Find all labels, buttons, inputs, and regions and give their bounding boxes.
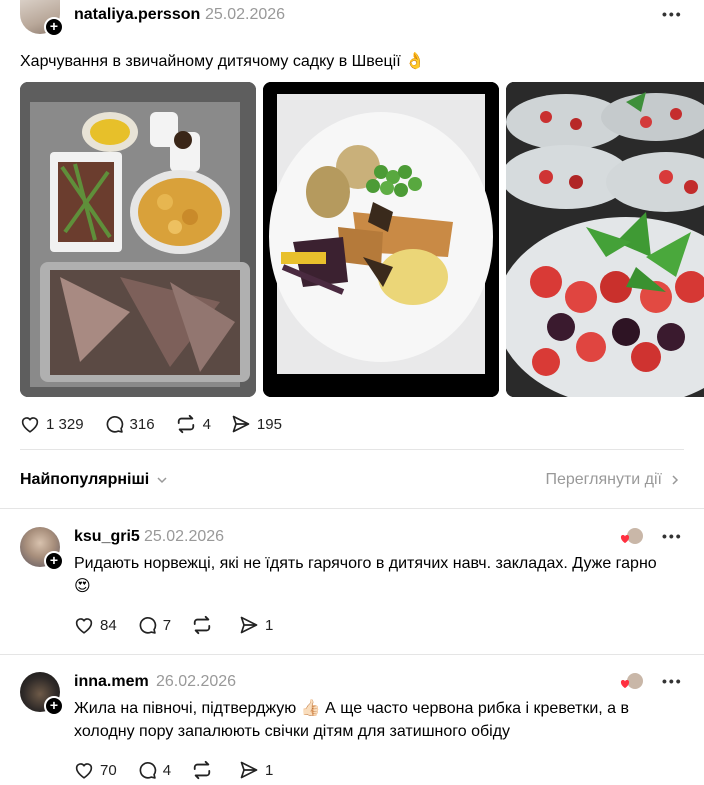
sort-dropdown[interactable]: Найпопулярніші [20,471,169,489]
share-count: 195 [256,415,282,433]
share-button[interactable]: 1 [239,615,273,635]
comment-date: 26.02.2026 [156,673,237,690]
repost-icon [193,615,211,635]
post-image-3[interactable] [506,82,704,397]
post-actions: 1 329 316 4 195 [20,414,302,434]
divider [20,449,684,450]
comment-actions: 70 4 1 [74,760,293,780]
share-button[interactable]: 195 [231,414,282,434]
like-count: 84 [100,616,117,634]
repost-button[interactable] [191,760,219,780]
comment-bubble-icon [106,416,123,433]
like-count: 70 [100,761,117,779]
post-image-1[interactable] [20,82,256,397]
comment-more-icon[interactable]: ••• [662,528,683,544]
like-count: 1 329 [46,415,84,433]
send-icon [240,616,258,634]
comment-date: 25.02.2026 [144,528,225,545]
send-icon [240,761,258,779]
sort-label: Найпопулярніші [20,471,150,488]
chevron-down-icon [157,477,167,484]
post-text: Харчування в звичайному дитячому садку в… [20,53,426,70]
like-button[interactable]: 84 [74,616,117,634]
comment-username[interactable]: inna.mem [74,673,149,691]
author-liked-heart-icon [620,673,643,689]
comment-text: Ридають норвежці, які не їдять гарячого … [74,555,657,595]
comment-button[interactable]: 316 [104,414,155,434]
repost-icon [177,414,194,434]
divider [0,654,704,655]
author-liked-heart-icon [620,528,643,544]
view-activity-link[interactable]: Переглянути дії [545,471,682,489]
comment-more-icon[interactable]: ••• [662,673,683,689]
share-count: 1 [265,616,274,634]
reply-count: 7 [162,616,172,634]
repost-count: 4 [202,415,211,433]
chevron-right-icon [672,475,679,485]
comment-username[interactable]: ksu_gri5 [74,528,140,546]
share-button[interactable]: 1 [239,760,273,780]
follow-plus-icon[interactable]: + [44,551,64,571]
comment-avatar[interactable]: + [20,672,64,716]
heart-icon [75,763,93,779]
reply-button[interactable]: 7 [137,615,171,635]
comment-avatar[interactable]: + [20,527,64,571]
reply-button[interactable]: 4 [137,760,171,780]
activity-label: Переглянути дії [545,471,662,488]
comment-bubble-icon [139,762,156,779]
like-button[interactable]: 1 329 [20,415,84,433]
follow-plus-icon[interactable]: + [44,17,64,37]
like-button[interactable]: 70 [74,761,117,779]
comment-text: Жила на півночі, підтверджую 👍🏻 А ще час… [74,700,629,740]
repost-icon [193,760,211,780]
post-more-icon[interactable]: ••• [662,6,683,22]
repost-button[interactable]: 4 [175,414,211,434]
share-count: 1 [265,761,274,779]
comment-count: 316 [129,415,155,433]
author-avatar[interactable]: + [20,0,64,37]
heart-icon [75,618,93,634]
reply-count: 4 [162,761,172,779]
post-date: 25.02.2026 [205,6,286,23]
send-icon [232,415,250,433]
repost-button[interactable] [191,615,219,635]
heart-icon [21,417,39,433]
comment-actions: 84 7 1 [74,615,293,635]
post-username[interactable]: nataliya.persson [74,6,200,24]
post-image-2[interactable] [263,82,499,397]
comment-bubble-icon [139,617,156,634]
divider [0,508,704,509]
follow-plus-icon[interactable]: + [44,696,64,716]
